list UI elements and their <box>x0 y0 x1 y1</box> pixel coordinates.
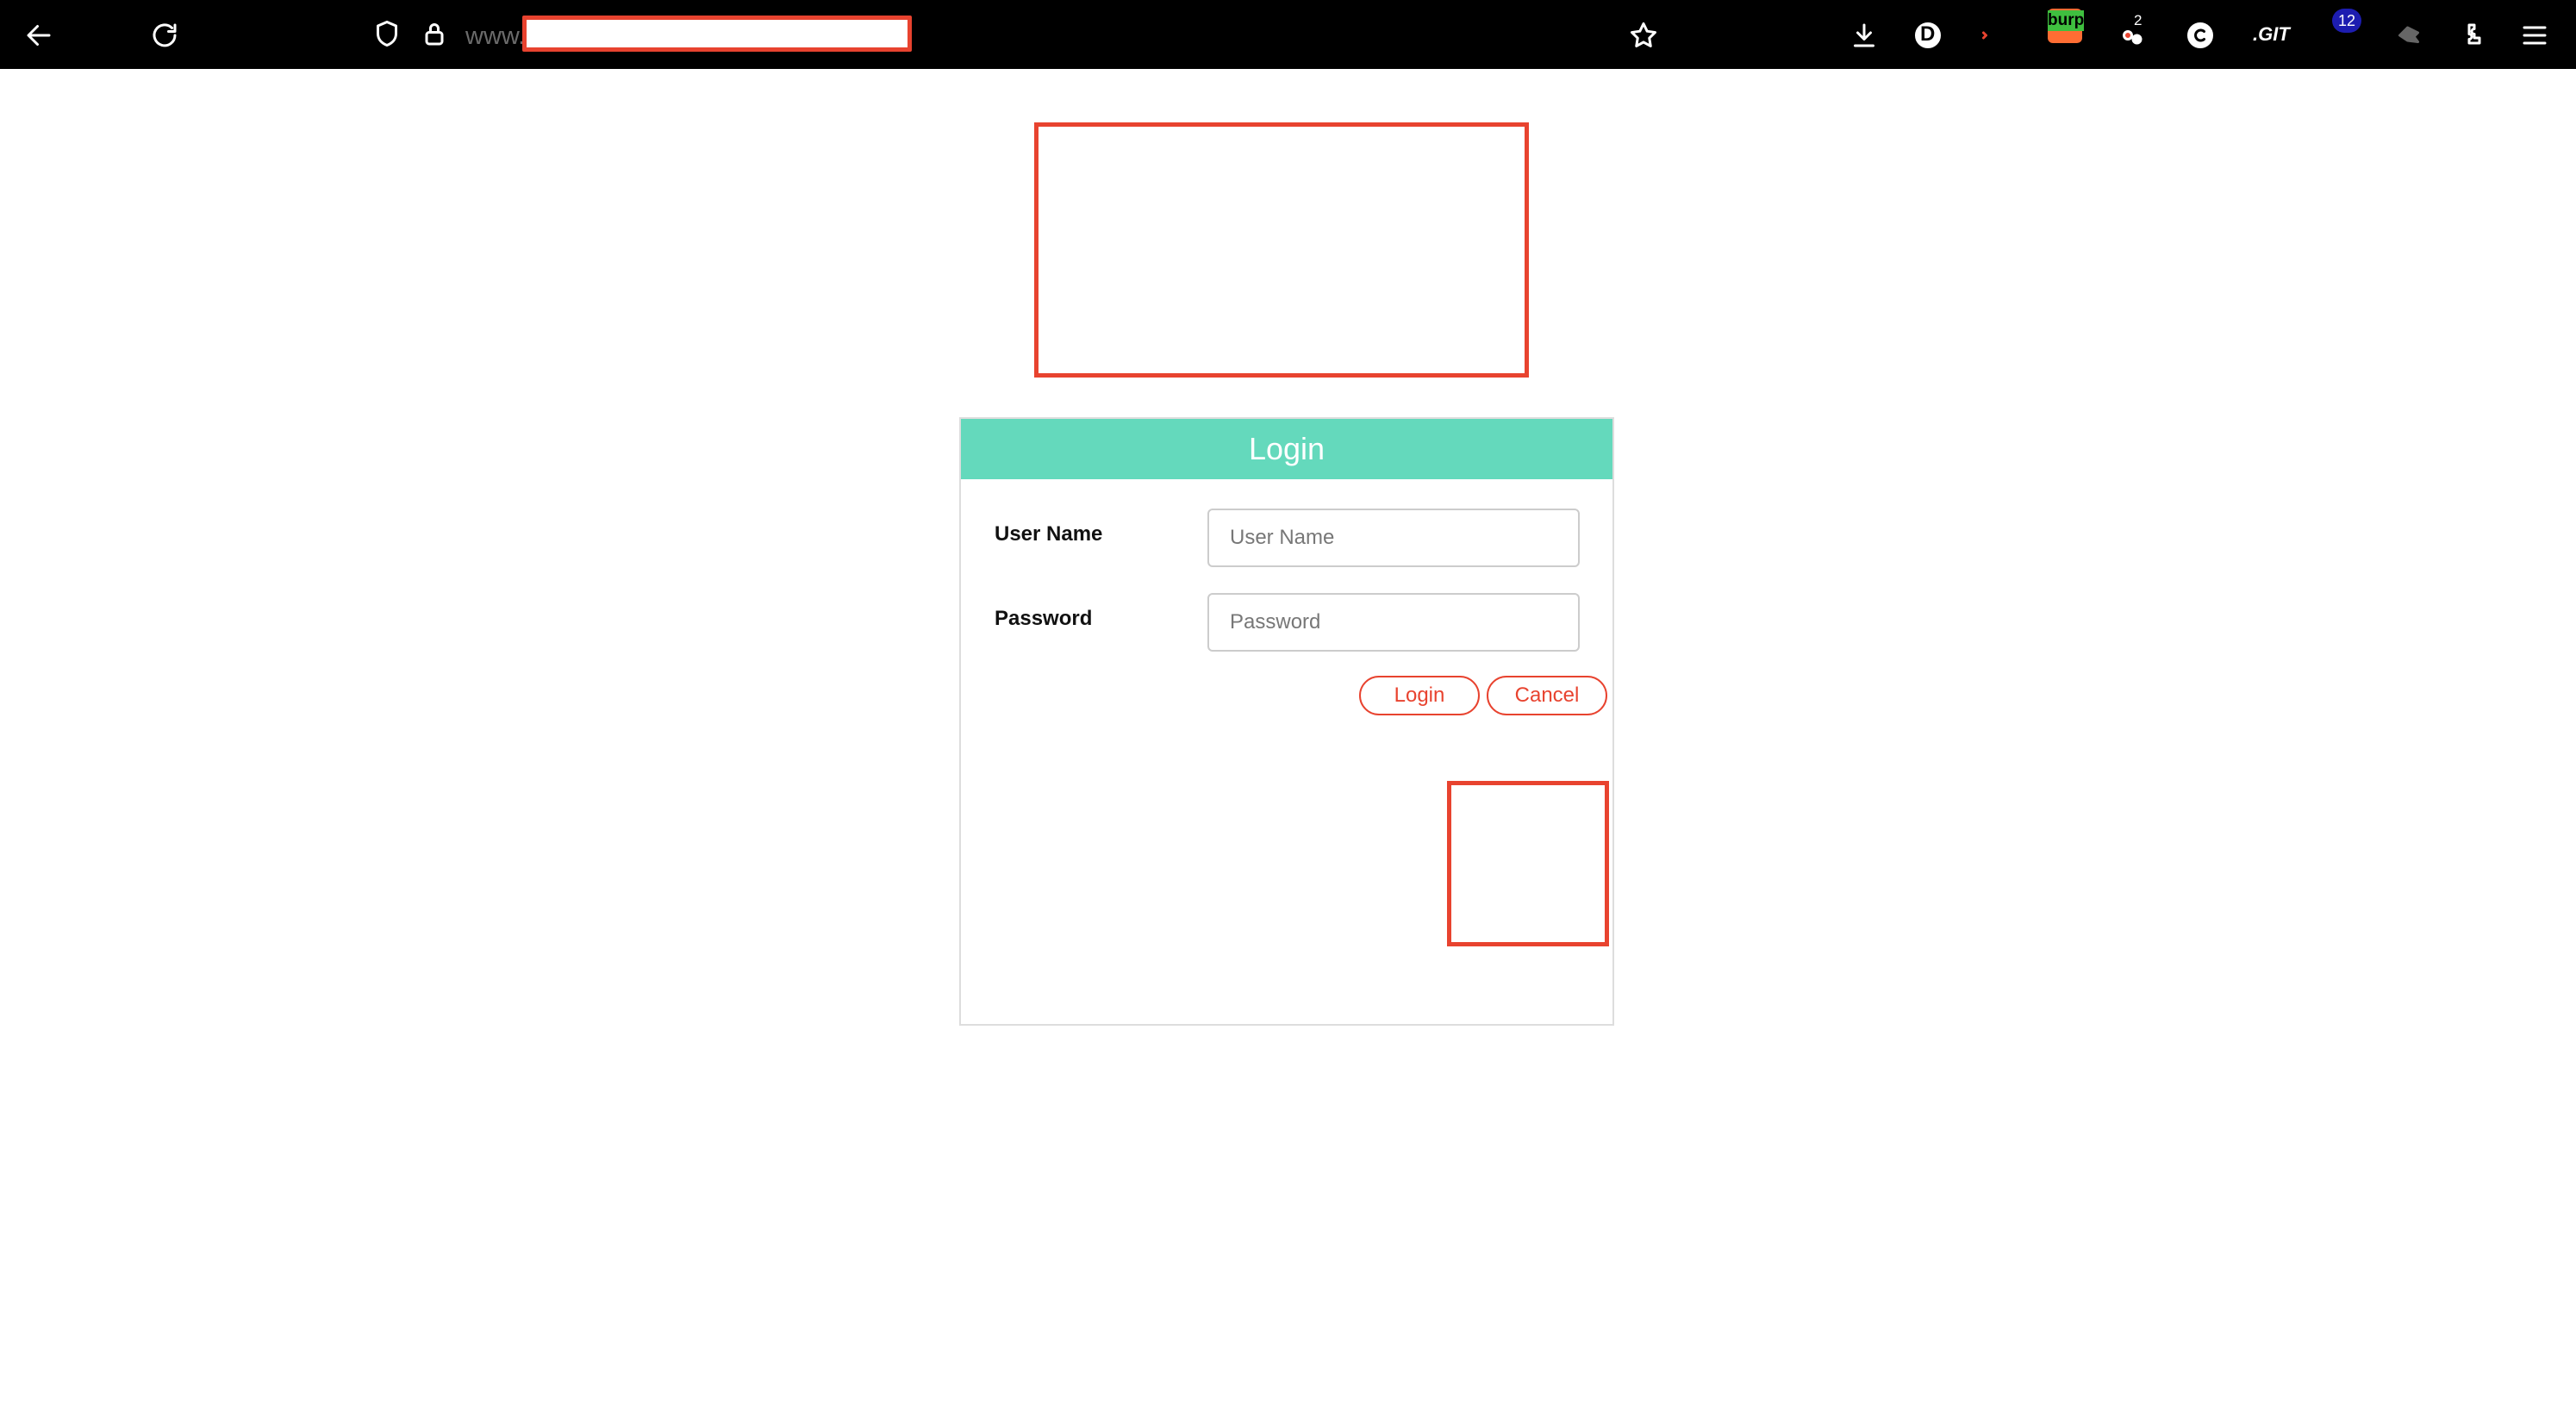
captcha-redaction-box <box>1447 781 1609 946</box>
red-dot-icon[interactable] <box>1967 17 2003 53</box>
logo-redaction-box <box>1034 122 1529 378</box>
lock-icon[interactable] <box>416 16 452 52</box>
url-prefix-text: www. <box>465 22 526 50</box>
c-extension-icon[interactable] <box>2182 17 2218 53</box>
burp-extension-label: burp <box>2048 10 2085 31</box>
fox-extension-icon[interactable] <box>2391 17 2427 53</box>
password-label: Password <box>995 607 1093 630</box>
login-button[interactable]: Login <box>1359 676 1480 715</box>
login-panel: Login User Name Password Login Cancel <box>959 417 1614 1026</box>
back-arrow-icon[interactable] <box>21 17 57 53</box>
download-icon[interactable] <box>1846 17 1882 53</box>
cancel-button[interactable]: Cancel <box>1487 676 1607 715</box>
reload-icon[interactable] <box>147 17 183 53</box>
tab-count-badge[interactable]: 12 <box>2332 9 2361 33</box>
cookie-counter-badge: 2 <box>2134 12 2143 28</box>
browser-toolbar: www. D burp 2 .GIT 12 <box>0 0 2576 69</box>
d-extension-icon[interactable]: D <box>1910 17 1946 53</box>
url-redaction-box <box>522 16 912 52</box>
shield-icon[interactable] <box>369 16 405 52</box>
cookie-extension-icon[interactable] <box>2115 17 2151 53</box>
puzzle-icon[interactable] <box>2456 17 2492 53</box>
password-input[interactable] <box>1207 593 1580 652</box>
login-header: Login <box>961 419 1612 479</box>
d-extension-letter: D <box>1920 22 1936 46</box>
git-extension-icon[interactable]: .GIT <box>2253 23 2290 46</box>
username-input[interactable] <box>1207 509 1580 567</box>
star-icon[interactable] <box>1625 17 1662 53</box>
menu-icon[interactable] <box>2517 17 2553 53</box>
username-label: User Name <box>995 522 1103 546</box>
url-bar[interactable]: www. <box>362 14 1672 55</box>
